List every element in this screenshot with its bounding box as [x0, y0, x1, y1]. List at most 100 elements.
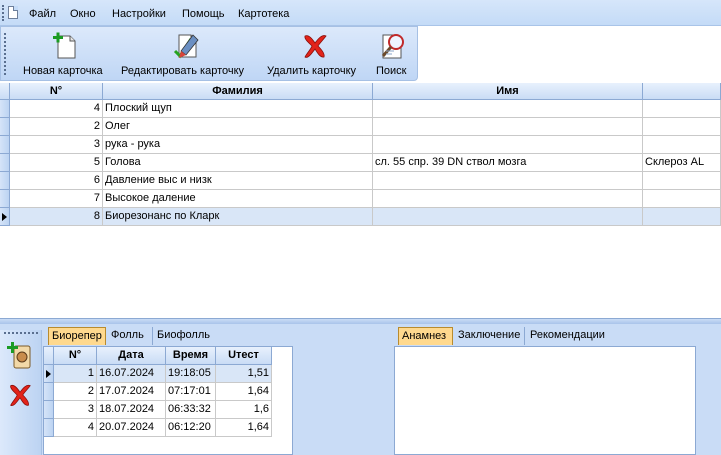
tab-biovoll[interactable]: Биофолль [154, 327, 214, 345]
sub-column-header-utest[interactable]: Uтест [216, 347, 272, 365]
cell-name[interactable]: сл. 55 спр. 39 DN ствол мозга [373, 154, 643, 172]
row-indicator[interactable] [0, 172, 10, 190]
sub-column-header-number[interactable]: N° [54, 347, 97, 365]
cell-surname[interactable]: Плоский щуп [103, 100, 373, 118]
measurement-row[interactable]: 2 17.07.2024 07:17:01 1,64 [44, 383, 294, 401]
table-row[interactable]: 7 Высокое даление [0, 190, 721, 208]
cell-number[interactable]: 4 [10, 100, 103, 118]
cell-utest[interactable]: 1,64 [216, 419, 272, 437]
cell-surname[interactable]: Биорезонанс по Кларк [103, 208, 373, 226]
menu-window[interactable]: Окно [70, 8, 96, 20]
cell-date[interactable]: 18.07.2024 [97, 401, 166, 419]
table-row-selected[interactable]: 8 Биорезонанс по Кларк [0, 208, 721, 226]
column-header-number[interactable]: N° [10, 83, 103, 100]
tab-conclusion[interactable]: Заключение [455, 327, 525, 345]
cell-extra[interactable] [643, 172, 721, 190]
menu-file[interactable]: Файл [29, 8, 56, 20]
toolbar-grip[interactable] [4, 33, 6, 75]
row-indicator[interactable] [0, 100, 10, 118]
document-icon[interactable] [8, 6, 18, 19]
row-indicator[interactable] [44, 401, 54, 419]
edit-card-icon [173, 34, 199, 59]
tab-bioreper[interactable]: Биорепер [48, 327, 106, 345]
row-indicator[interactable] [44, 419, 54, 437]
cell-name[interactable] [373, 208, 643, 226]
cell-number[interactable]: 1 [54, 365, 97, 383]
menu-settings[interactable]: Настройки [112, 8, 166, 20]
search-icon [381, 34, 404, 59]
cell-extra[interactable]: Склероз AL [643, 154, 721, 172]
measurement-row[interactable]: 4 20.07.2024 06:12:20 1,64 [44, 419, 294, 437]
row-indicator[interactable] [0, 136, 10, 154]
cell-name[interactable] [373, 172, 643, 190]
cell-time[interactable]: 06:12:20 [166, 419, 216, 437]
cell-utest[interactable]: 1,51 [216, 365, 272, 383]
row-indicator[interactable] [0, 190, 10, 208]
measurement-row-selected[interactable]: 1 16.07.2024 19:18:05 1,51 [44, 365, 294, 383]
cell-date[interactable]: 20.07.2024 [97, 419, 166, 437]
cell-number[interactable]: 4 [54, 419, 97, 437]
new-card-button[interactable]: Новая карточка [17, 27, 115, 80]
table-row[interactable]: 4 Плоский щуп [0, 100, 721, 118]
sub-column-header-date[interactable]: Дата [97, 347, 166, 365]
cell-surname[interactable]: Высокое даление [103, 190, 373, 208]
cell-number[interactable]: 5 [10, 154, 103, 172]
edit-card-button[interactable]: Редактировать карточку [118, 27, 258, 80]
cell-name[interactable] [373, 118, 643, 136]
cell-surname[interactable]: рука - рука [103, 136, 373, 154]
cell-date[interactable]: 17.07.2024 [97, 383, 166, 401]
cell-number[interactable]: 7 [10, 190, 103, 208]
cell-time[interactable]: 19:18:05 [166, 365, 216, 383]
cell-utest[interactable]: 1,64 [216, 383, 272, 401]
cell-extra[interactable] [643, 100, 721, 118]
cell-name[interactable] [373, 100, 643, 118]
tab-voll[interactable]: Фолль [108, 327, 153, 345]
row-indicator[interactable] [0, 118, 10, 136]
delete-card-button[interactable]: Удалить карточку [264, 27, 366, 80]
cell-extra[interactable] [643, 118, 721, 136]
cell-number[interactable]: 3 [54, 401, 97, 419]
cell-name[interactable] [373, 190, 643, 208]
delete-record-icon[interactable] [6, 380, 34, 410]
search-button[interactable]: Поиск [372, 27, 414, 80]
cell-surname[interactable]: Голова [103, 154, 373, 172]
cell-time[interactable]: 06:33:32 [166, 401, 216, 419]
side-toolbar-grip[interactable] [4, 332, 38, 334]
cell-number[interactable]: 3 [10, 136, 103, 154]
column-header-surname[interactable]: Фамилия [103, 83, 373, 100]
cell-number[interactable]: 6 [10, 172, 103, 190]
table-row[interactable]: 2 Олег [0, 118, 721, 136]
cell-time[interactable]: 07:17:01 [166, 383, 216, 401]
anamnesis-text-area[interactable] [394, 346, 696, 455]
column-header-name[interactable]: Имя [373, 83, 643, 100]
cell-surname[interactable]: Олег [103, 118, 373, 136]
measurement-row[interactable]: 3 18.07.2024 06:33:32 1,6 [44, 401, 294, 419]
cell-extra[interactable] [643, 190, 721, 208]
cell-utest[interactable]: 1,6 [216, 401, 272, 419]
add-record-icon[interactable] [6, 340, 34, 370]
tab-recommendations[interactable]: Рекомендации [527, 327, 617, 345]
cell-extra[interactable] [643, 208, 721, 226]
cell-name[interactable] [373, 136, 643, 154]
menu-card-index[interactable]: Картотека [238, 8, 289, 20]
tab-anamnesis[interactable]: Анамнез [398, 327, 453, 345]
cell-date[interactable]: 16.07.2024 [97, 365, 166, 383]
row-indicator[interactable] [0, 208, 10, 226]
delete-card-label: Удалить карточку [267, 65, 357, 77]
row-indicator[interactable] [44, 365, 54, 383]
measurements-grid: N° Дата Время Uтест 1 16.07.2024 19:18:0… [43, 346, 293, 455]
table-row[interactable]: 3 рука - рука [0, 136, 721, 154]
row-indicator[interactable] [44, 383, 54, 401]
table-row[interactable]: 5 Голова сл. 55 спр. 39 DN ствол мозга С… [0, 154, 721, 172]
cell-number[interactable]: 2 [54, 383, 97, 401]
column-header-extra[interactable] [643, 83, 721, 100]
table-row[interactable]: 6 Давление выс и низк [0, 172, 721, 190]
cell-surname[interactable]: Давление выс и низк [103, 172, 373, 190]
menu-grip[interactable] [2, 5, 4, 21]
row-indicator[interactable] [0, 154, 10, 172]
sub-column-header-time[interactable]: Время [166, 347, 216, 365]
cell-extra[interactable] [643, 136, 721, 154]
cell-number[interactable]: 8 [10, 208, 103, 226]
menu-help[interactable]: Помощь [182, 8, 225, 20]
cell-number[interactable]: 2 [10, 118, 103, 136]
